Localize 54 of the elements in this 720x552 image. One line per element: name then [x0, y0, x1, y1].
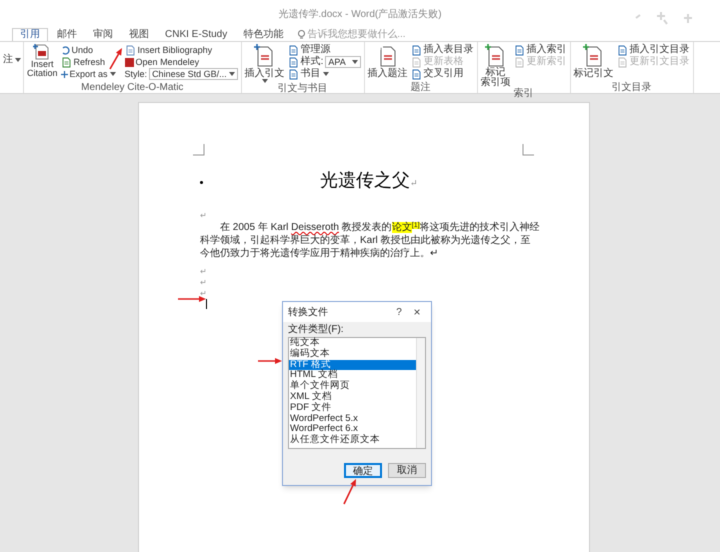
paragraph-mark: ↵	[200, 288, 207, 299]
ribbon-tab[interactable]: 特色功能	[236, 29, 290, 41]
footnote-button[interactable]: 注	[3, 54, 21, 66]
ribbon-tab[interactable]: 邮件	[50, 29, 84, 41]
dialog-title: 转换文件	[288, 306, 329, 320]
group-label: 索引	[512, 88, 535, 99]
ribbon-item[interactable]: 插入引文目录	[616, 44, 690, 56]
list-label: 文件类型(F):	[287, 324, 345, 336]
help-button[interactable]: ?	[390, 304, 408, 320]
insert-citation-button[interactable]: 插入引文	[244, 44, 285, 83]
mark-entry-button[interactable]: 标记 索引项	[480, 44, 511, 88]
list-item[interactable]: 编码文本	[289, 348, 416, 360]
paragraph-mark: ↵	[200, 266, 207, 277]
ribbon-item[interactable]: 交叉引用	[410, 68, 474, 80]
cancel-button[interactable]: 取消	[388, 463, 426, 478]
list-item[interactable]: HTML 文档	[289, 370, 416, 382]
style-label: 样式:	[300, 56, 324, 68]
ribbon-tab[interactable]: 审阅	[86, 29, 120, 41]
insert-citation-button[interactable]: Insert Citation	[27, 44, 58, 78]
style-dropdown[interactable]: Chinese Std GB/...	[149, 68, 238, 80]
list-item[interactable]: WordPerfect 6.x	[289, 424, 416, 436]
close-button[interactable]: ×	[408, 303, 426, 321]
undo-button[interactable]: Undo	[60, 44, 116, 56]
paragraph-mark: ↵	[200, 277, 207, 288]
list-item[interactable]: 纯文本	[289, 338, 416, 349]
style-label: Style:	[124, 68, 148, 80]
refresh-button[interactable]: Refresh	[60, 56, 116, 68]
group-label: Mendeley Cite-O-Matic	[80, 82, 184, 93]
ribbon-tab[interactable]: 引用	[12, 28, 48, 41]
group-label: 引文与书目	[276, 83, 329, 94]
group-label: 题注	[410, 82, 432, 93]
window-title: 光遗传学.docx - Word(产品激活失败)	[278, 8, 442, 22]
insert-bibliography-button[interactable]: Insert Bibliography	[124, 44, 238, 56]
list-item[interactable]: 单个文件网页	[289, 381, 416, 392]
mark-citation-button[interactable]: 标记引文	[574, 44, 614, 79]
ribbon-tab[interactable]: CNKI E-Study	[158, 29, 234, 41]
ribbon-item[interactable]: 插入表目录	[410, 44, 474, 56]
ribbon-item[interactable]: 插入索引	[514, 44, 567, 56]
ok-button[interactable]: 确定	[344, 463, 382, 478]
list-item[interactable]: XML 文档	[289, 392, 416, 403]
insert-caption-button[interactable]: 插入题注	[368, 44, 408, 79]
ribbon-tab[interactable]: 视图	[122, 29, 156, 41]
manage-sources-button[interactable]: 管理源	[288, 44, 361, 56]
list-item[interactable]: PDF 文件	[289, 402, 416, 414]
group-label: 引文目录	[610, 82, 653, 93]
document-heading: 光遗传之父↵	[320, 169, 418, 193]
open-mendeley-button[interactable]: Open Mendeley	[124, 56, 238, 68]
list-item[interactable]: 从任意文件还原文本	[289, 435, 416, 446]
style-dropdown[interactable]: APA	[325, 56, 361, 68]
paragraph-mark: ↵	[200, 210, 207, 221]
list-item[interactable]: WordPerfect 5.x	[289, 414, 416, 424]
export-button[interactable]: Export as	[60, 68, 116, 80]
bibliography-button[interactable]: 书目	[288, 68, 361, 80]
body-paragraph: 在 2005 年 Karl Deisseroth 教授发表的论文$^{[1]}$将这项先进的技术引入神经科学领域，引起科学界巨大的变革，Karl 教授也由此被称为光遗传之父，至今他仍致力于将光遗传学应用于精神疾病的治疗上。↵	[200, 221, 540, 260]
